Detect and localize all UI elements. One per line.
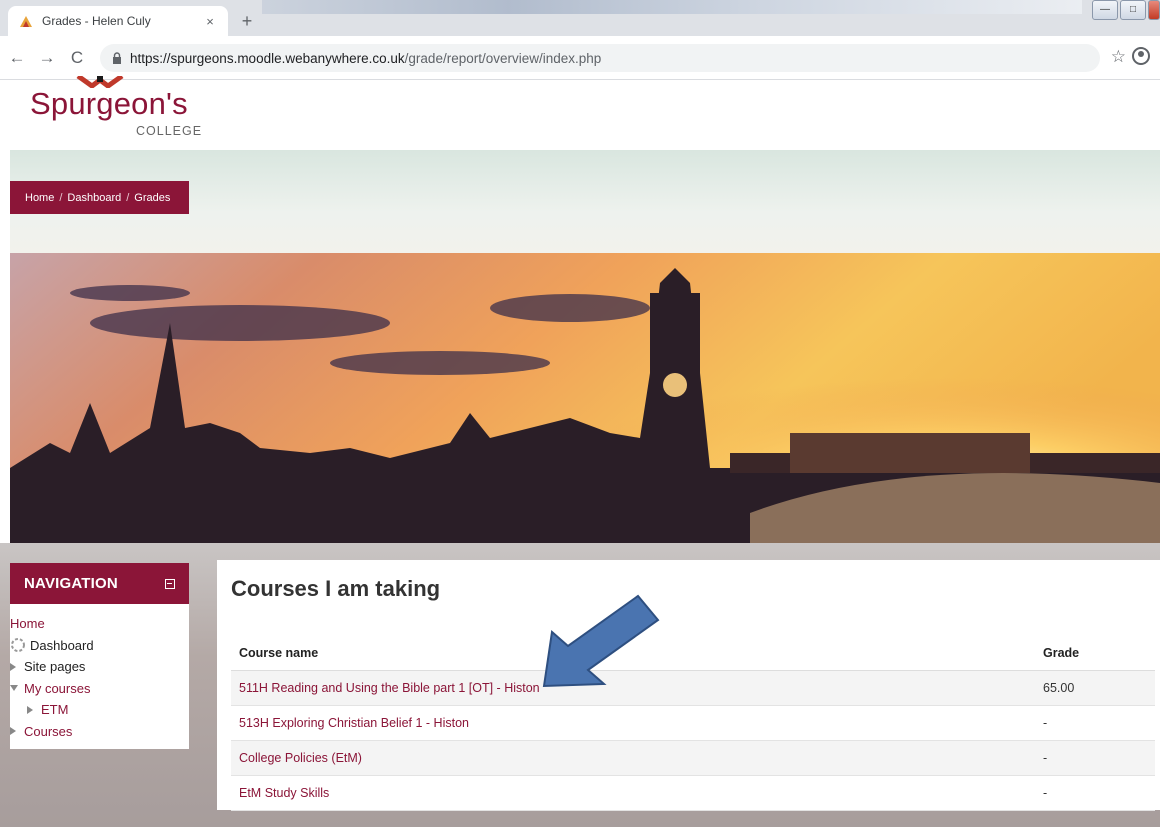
minimize-button[interactable]: —: [1092, 0, 1118, 20]
bookmark-star-icon[interactable]: ☆: [1111, 47, 1126, 67]
nav-item-label: ETM: [41, 702, 69, 718]
column-header-course: Course name: [231, 636, 1035, 671]
address-bar: ← → C https://spurgeons.moodle.webanywhe…: [0, 36, 1160, 80]
nav-item-label: Home: [10, 616, 45, 632]
grade-cell: -: [1035, 775, 1155, 811]
breadcrumb-grades[interactable]: Grades: [134, 192, 170, 204]
course-link[interactable]: EtM Study Skills: [239, 786, 329, 800]
nav-item-label: My courses: [24, 680, 91, 696]
table-row: EtM Study Skills -: [231, 775, 1155, 811]
background-window: [262, 0, 1082, 14]
expand-arrow-icon: [27, 705, 33, 714]
collapse-arrow-icon: [10, 685, 18, 692]
course-cell: 513H Exploring Christian Belief 1 - Hist…: [231, 705, 1035, 741]
logo-subtitle: COLLEGE: [136, 124, 203, 138]
back-button[interactable]: ←: [6, 47, 28, 69]
maximize-button[interactable]: □: [1120, 0, 1146, 20]
nav-item-site-pages[interactable]: Site pages: [10, 656, 189, 678]
london-skyline-banner: [10, 253, 1160, 543]
table-header-row: Course name Grade: [231, 636, 1155, 671]
nav-item-label: Courses: [24, 723, 73, 739]
page-title: Courses I am taking: [231, 576, 441, 601]
column-header-grade: Grade: [1035, 636, 1155, 671]
url-path: /grade/report/overview/index.php: [404, 50, 602, 66]
page-header: Spurgeon's COLLEGE: [0, 76, 1160, 150]
close-window-button[interactable]: [1148, 0, 1160, 20]
nav-item-home[interactable]: Home: [10, 613, 189, 635]
college-logo[interactable]: Spurgeon's COLLEGE: [30, 76, 203, 150]
nav-item-dashboard[interactable]: Dashboard: [10, 635, 189, 657]
browser-tab[interactable]: Grades - Helen Culy ×: [8, 6, 228, 36]
expand-arrow-icon: [10, 727, 16, 736]
course-link[interactable]: 513H Exploring Christian Belief 1 - Hist…: [239, 716, 469, 730]
main-content: Courses I am taking Course name Grade 51…: [217, 560, 1160, 811]
breadcrumb-dashboard[interactable]: Dashboard: [67, 192, 121, 204]
breadcrumb-separator: /: [126, 191, 130, 204]
grade-cell: 65.00: [1035, 670, 1155, 706]
url-input[interactable]: https://spurgeons.moodle.webanywhere.co.…: [100, 44, 1100, 72]
expand-arrow-icon: [10, 662, 16, 671]
course-cell: College Policies (EtM): [231, 740, 1035, 776]
window-controls: — □: [1092, 0, 1160, 24]
course-link[interactable]: College Policies (EtM): [239, 751, 362, 765]
profile-icon[interactable]: [1132, 47, 1150, 65]
new-tab-button[interactable]: +: [236, 10, 258, 32]
course-link[interactable]: 511H Reading and Using the Bible part 1 …: [239, 681, 540, 695]
navigation-header: NAVIGATION: [10, 563, 189, 604]
url-text: https://spurgeons.moodle.webanywhere.co.…: [130, 51, 601, 66]
table-row: College Policies (EtM) -: [231, 740, 1155, 776]
browser-tab-strip: Grades - Helen Culy × + — □: [0, 0, 1160, 36]
breadcrumb-separator: /: [59, 191, 63, 204]
navigation-block: NAVIGATION Home Dashboard Site pages My …: [10, 563, 189, 749]
tab-close-icon[interactable]: ×: [202, 14, 218, 29]
collapse-icon[interactable]: [165, 578, 175, 589]
nav-item-label: Site pages: [24, 659, 86, 675]
forward-button[interactable]: →: [36, 47, 58, 69]
nav-item-courses[interactable]: Courses: [10, 721, 189, 743]
reload-button[interactable]: C: [66, 47, 88, 69]
table-row: 511H Reading and Using the Bible part 1 …: [231, 670, 1155, 706]
table-row: 513H Exploring Christian Belief 1 - Hist…: [231, 705, 1155, 741]
grade-cell: -: [1035, 740, 1155, 776]
navigation-list: Home Dashboard Site pages My courses ETM…: [10, 604, 189, 742]
nav-item-etm[interactable]: ETM: [10, 699, 189, 721]
lock-icon: [113, 52, 121, 64]
grades-table: Course name Grade 511H Reading and Using…: [231, 636, 1155, 811]
nav-item-label: Dashboard: [30, 637, 94, 653]
tab-title: Grades - Helen Culy: [42, 14, 151, 28]
course-cell: 511H Reading and Using the Bible part 1 …: [231, 670, 1035, 706]
grade-cell: -: [1035, 705, 1155, 741]
navigation-title: NAVIGATION: [24, 575, 118, 592]
dashboard-icon: [11, 638, 25, 653]
url-host: https://spurgeons.moodle.webanywhere.co.…: [130, 50, 405, 66]
moodle-favicon-icon: [20, 16, 32, 27]
breadcrumb: Home / Dashboard / Grades: [10, 181, 189, 214]
nav-item-my-courses[interactable]: My courses: [10, 678, 189, 700]
course-cell: EtM Study Skills: [231, 775, 1035, 811]
breadcrumb-home[interactable]: Home: [25, 192, 54, 204]
logo-name: Spurgeon's: [30, 86, 188, 121]
